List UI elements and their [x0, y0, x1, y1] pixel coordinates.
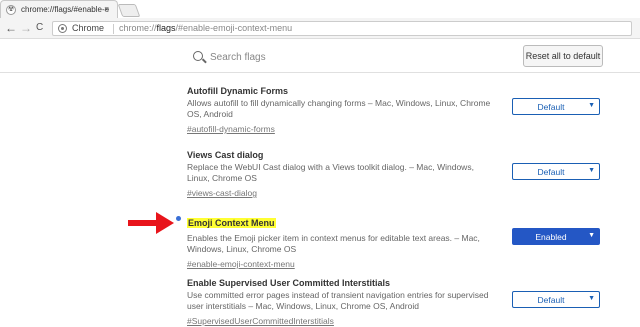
chrome-page-icon	[58, 24, 67, 33]
flag-state-select[interactable]: Default ▼	[512, 291, 600, 308]
dropdown-caret-icon: ▼	[588, 167, 595, 174]
dropdown-caret-icon: ▼	[588, 295, 595, 302]
reset-all-button[interactable]: Reset all to default	[523, 45, 603, 67]
close-icon[interactable]: ×	[104, 4, 109, 14]
flag-title: Views Cast dialog	[187, 150, 264, 160]
dropdown-caret-icon: ▼	[588, 232, 595, 239]
flag-description: Use committed error pages instead of tra…	[187, 290, 489, 311]
tab-title: chrome://flags/#enable-e	[21, 5, 110, 14]
flag-link[interactable]: #autofill-dynamic-forms	[187, 124, 275, 134]
search-box	[183, 45, 495, 69]
flag-title: Enable Supervised User Committed Interst…	[187, 278, 391, 288]
search-icon	[193, 51, 203, 61]
flag-state-select[interactable]: Default ▼	[512, 163, 600, 180]
back-arrow-icon[interactable]: ←	[5, 21, 17, 35]
toolbar: ← → C Chrome chrome://flags/#enable-emoj…	[0, 18, 640, 39]
tab-strip: ☢ chrome://flags/#enable-e ×	[0, 0, 640, 18]
flag-item-emoji-context-menu: Emoji Context Menu Enables the Emoji pic…	[187, 213, 617, 272]
omnibox-divider	[113, 24, 114, 34]
flag-item-supervised-user-interstitials: Enable Supervised User Committed Interst…	[187, 278, 617, 327]
flag-state-select[interactable]: Enabled ▼	[512, 228, 600, 245]
flags-header: Reset all to default	[0, 40, 640, 73]
flag-description: Allows autofill to fill dynamically chan…	[187, 98, 491, 119]
flag-description: Replace the WebUI Cast dialog with a Vie…	[187, 162, 474, 183]
flag-title: Autofill Dynamic Forms	[187, 86, 289, 96]
site-label: Chrome	[72, 23, 105, 33]
red-arrow-icon	[128, 212, 174, 234]
hazard-icon: ☢	[6, 5, 16, 15]
flag-link[interactable]: #enable-emoji-context-menu	[187, 259, 295, 269]
reload-icon[interactable]: C	[36, 21, 43, 35]
url-text[interactable]: chrome://flags/#enable-emoji-context-men…	[119, 23, 292, 33]
flag-description: Enables the Emoji picker item in context…	[187, 233, 480, 254]
flag-link[interactable]: #SupervisedUserCommittedInterstitials	[187, 316, 334, 326]
flag-link[interactable]: #views-cast-dialog	[187, 188, 257, 198]
flag-title: Emoji Context Menu	[187, 218, 276, 228]
dropdown-caret-icon: ▼	[588, 102, 595, 109]
new-tab-button[interactable]	[117, 4, 141, 17]
search-input[interactable]	[210, 49, 480, 65]
modified-indicator-dot	[176, 216, 181, 221]
tab-flags[interactable]: ☢ chrome://flags/#enable-e ×	[0, 0, 118, 18]
forward-arrow-icon[interactable]: →	[20, 21, 32, 35]
address-bar[interactable]: Chrome chrome://flags/#enable-emoji-cont…	[52, 21, 632, 36]
flag-state-select[interactable]: Default ▼	[512, 98, 600, 115]
flag-item-autofill-dynamic-forms: Autofill Dynamic Forms Allows autofill t…	[187, 86, 617, 137]
flag-item-views-cast-dialog: Views Cast dialog Replace the WebUI Cast…	[187, 150, 617, 201]
